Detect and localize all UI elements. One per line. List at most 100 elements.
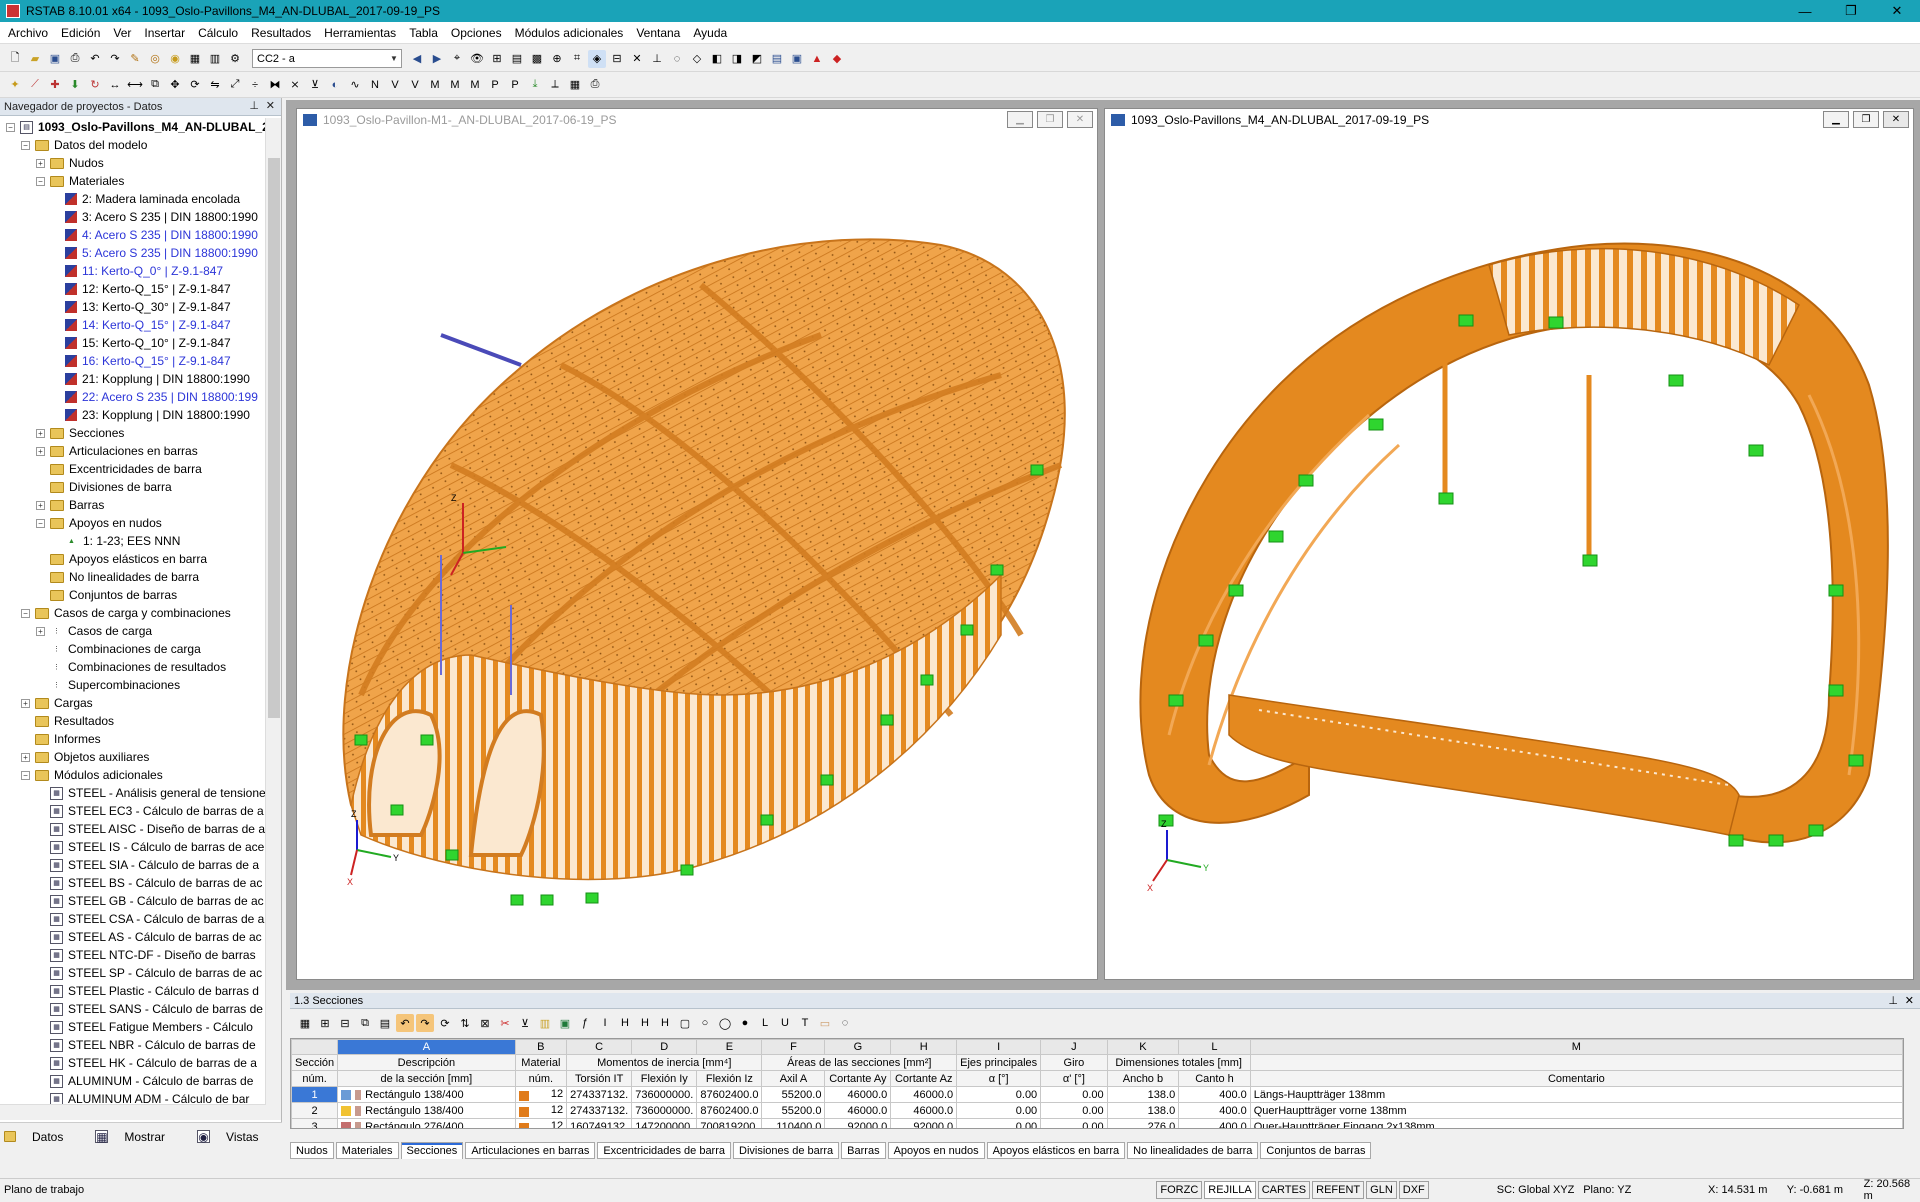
col-c[interactable]: C [566,1039,633,1055]
tree-material-item[interactable]: 3: Acero S 235 | DIN 18800:1990 [0,208,266,226]
section-ipe-icon[interactable]: I [596,1014,614,1032]
cell-a[interactable]: 55200.0 [761,1102,826,1119]
section-t-icon[interactable]: T [796,1014,814,1032]
tree-expander-icon[interactable]: − [21,140,30,150]
diagram-my-icon[interactable]: M [446,76,464,94]
tree-module-item[interactable]: ▦ STEEL GB - Cálculo de barras de ac [0,892,266,910]
chevron-down-icon[interactable]: ▼ [387,50,401,67]
col-e[interactable]: E [696,1039,763,1055]
table-tab[interactable]: Barras [841,1142,886,1159]
diagram-vz-icon[interactable]: V [406,76,424,94]
section-ro-icon[interactable]: ◯ [716,1014,734,1032]
tree-results[interactable]: Resultados [0,712,266,730]
panel-view-icon[interactable]: ▥ [206,50,224,68]
measure-icon[interactable]: ⟷ [126,76,144,94]
section-hea-icon[interactable]: H [616,1014,634,1032]
cell-alpha[interactable]: 0.00 [956,1102,1042,1119]
cross-icon[interactable]: ✕ [628,50,646,68]
redo-icon[interactable]: ↷ [106,50,124,68]
section-hem-icon[interactable]: H [656,1014,674,1032]
model-window-1[interactable]: 1093_Oslo-Pavillon-M1-_AN-DLUBAL_2017-06… [296,108,1098,980]
toggle-forzc[interactable]: FORZC [1156,1180,1203,1199]
support-icon[interactable]: ⊥ [648,50,666,68]
tree-module-item[interactable]: ▦ STEEL AISC - Diseño de barras de a [0,820,266,838]
table-tab[interactable]: Materiales [335,1142,399,1159]
pdf-icon[interactable]: ▲ [808,50,826,68]
table-row[interactable]: 1 Rectángulo 138/400 12 274337132. 736000000… [291,1086,1903,1103]
cell-b[interactable]: 138.0 [1106,1086,1180,1103]
table-tab[interactable]: Secciones [400,1142,464,1159]
acrobat-icon[interactable]: ◆ [828,50,846,68]
menu-tabla[interactable]: Tabla [409,26,438,40]
target-icon[interactable]: ◉ [166,50,184,68]
tree-model-data[interactable]: − Datos del modelo [0,136,266,154]
menu-ayuda[interactable]: Ayuda [693,26,727,40]
loadcase-select[interactable]: CC2 - a ▼ [252,49,402,68]
col-f[interactable]: F [761,1039,826,1055]
cell-alpha2[interactable]: 0.00 [1040,1118,1108,1128]
pin-icon[interactable]: ⊥ [249,99,259,112]
tree-module-item[interactable]: ▦ STEEL NBR - Cálculo de barras de [0,1036,266,1054]
tree-expander-icon[interactable]: + [21,752,30,762]
maximize-button[interactable]: ❐ [1828,0,1874,22]
view-icon[interactable]: 👁 [468,50,486,68]
tree-material-item[interactable]: 22: Acero S 235 | DIN 18800:199 [0,388,266,406]
cell-ay[interactable]: 46000.0 [824,1102,892,1119]
copy-icon[interactable]: ⧉ [146,76,164,94]
cell-it[interactable]: 274337132. [566,1102,633,1119]
menu-opciones[interactable]: Opciones [451,26,502,40]
next-arrow-icon[interactable]: ▶ [428,50,446,68]
cell-az[interactable]: 46000.0 [890,1102,958,1119]
table-excel-icon[interactable]: ▣ [556,1014,574,1032]
open-folder-icon[interactable]: ▰ [26,50,44,68]
table-filter-icon[interactable]: ⊻ [516,1014,534,1032]
prev-arrow-icon[interactable]: ◀ [408,50,426,68]
toggle-gln[interactable]: GLN [1366,1180,1397,1199]
section-cir-icon[interactable]: ◌ [836,1014,854,1032]
tree-material-item[interactable]: 23: Kopplung | DIN 18800:1990 [0,406,266,424]
menu-insertar[interactable]: Insertar [144,26,185,40]
top-icon[interactable]: ◩ [748,50,766,68]
tree-nonlinearities[interactable]: No linealidades de barra [0,568,266,586]
table-paste-icon[interactable]: ▤ [376,1014,394,1032]
nav-tab-datos[interactable]: Datos [4,1130,79,1144]
table-view-icon[interactable]: ▥ [536,1014,554,1032]
intersect-icon[interactable]: ⨯ [286,76,304,94]
mirror-icon[interactable]: ⇋ [206,76,224,94]
tree-material-item[interactable]: 15: Kerto-Q_10° | Z-9.1-847 [0,334,266,352]
tree-eccentricities[interactable]: Excentricidades de barra [0,460,266,478]
tree-module-item[interactable]: ▦ STEEL SIA - Cálculo de barras de a [0,856,266,874]
window-1-titlebar[interactable]: 1093_Oslo-Pavillon-M1-_AN-DLUBAL_2017-06… [297,109,1097,131]
col-m[interactable]: M [1249,1039,1903,1055]
tree-member-sets[interactable]: Conjuntos de barras [0,586,266,604]
tree-expander-icon[interactable]: − [36,176,45,186]
cell-num[interactable]: 1 [291,1086,339,1103]
save-icon[interactable]: ▣ [46,50,64,68]
cell-num[interactable]: 2 [291,1102,339,1119]
menu-archivo[interactable]: Archivo [8,26,48,40]
calc-icon[interactable]: ⚙ [226,50,244,68]
cell-mat[interactable]: 12 [514,1102,568,1119]
table-row[interactable]: 2 Rectángulo 138/400 12 274337132. 736000000… [291,1102,1903,1119]
tree-materials[interactable]: − Materiales [0,172,266,190]
table-row[interactable]: 3 Rectángulo 276/400 12 160749132. 147200000… [291,1118,1903,1128]
zoom-icon[interactable]: ⊕ [548,50,566,68]
print-icon[interactable]: ⎙ [66,50,84,68]
tree-module-item[interactable]: ▦ STEEL - Análisis general de tensiones [0,784,266,802]
cell-b[interactable]: 276.0 [1106,1118,1180,1128]
tree-material-item[interactable]: 11: Kerto-Q_0° | Z-9.1-847 [0,262,266,280]
grid-icon[interactable]: ▤ [508,50,526,68]
connect-icon[interactable]: ⧓ [266,76,284,94]
table-tab[interactable]: Conjuntos de barras [1260,1142,1372,1159]
side-icon[interactable]: ◨ [728,50,746,68]
table-tab[interactable]: Nudos [290,1142,334,1159]
cell-ay[interactable]: 46000.0 [824,1086,892,1103]
cell-iy[interactable]: 736000000. [631,1086,698,1103]
front-icon[interactable]: ◧ [708,50,726,68]
isometric-icon[interactable]: ◇ [688,50,706,68]
undo-icon[interactable]: ↶ [86,50,104,68]
tree-reports[interactable]: Informes [0,730,266,748]
section-l-icon[interactable]: L [756,1014,774,1032]
diagram-pu-icon[interactable]: P [506,76,524,94]
tree-material-item[interactable]: 14: Kerto-Q_15° | Z-9.1-847 [0,316,266,334]
